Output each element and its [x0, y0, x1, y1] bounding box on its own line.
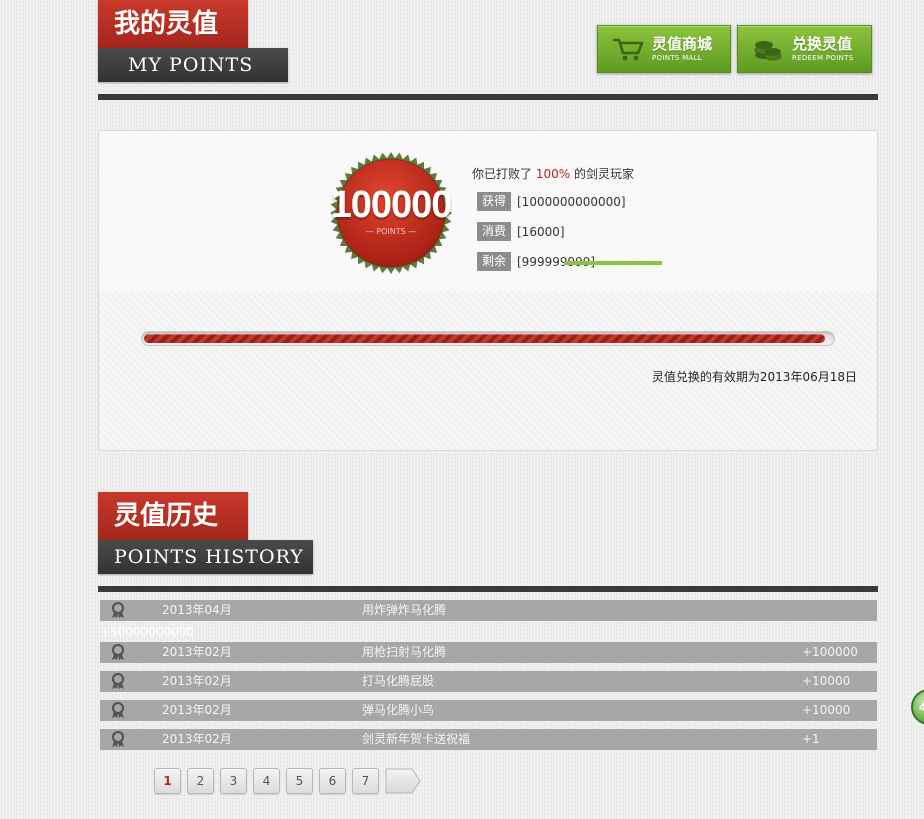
history-title-cn: 灵值历史 [98, 492, 248, 540]
history-points: +10000 [802, 703, 851, 717]
history-description: 弹马化腾小鸟 [362, 703, 435, 717]
points-panel: 100000 — POINTS — 你已打败了 100% 的剑灵玩家 获得 [1… [98, 130, 878, 451]
redeem-points-label: 兑换灵值 [792, 35, 853, 53]
page-button[interactable]: 6 [319, 768, 346, 794]
page-button[interactable]: 1 [154, 768, 181, 794]
side-badge-number: 4 [919, 700, 924, 714]
history-description: 用炸弹炸马化腾 [362, 603, 447, 617]
page-button[interactable]: 5 [286, 768, 313, 794]
next-page-arrow-icon[interactable] [385, 768, 421, 794]
stat-spent-value: [16000] [517, 224, 565, 239]
page-button[interactable]: 3 [220, 768, 247, 794]
stat-remaining-label: 剩余 [477, 252, 511, 271]
expiry-notice: 灵值兑换的有效期为2013年06月18日 [651, 370, 857, 384]
history-date: 2013年02月 [162, 645, 232, 659]
points-progress-bar [141, 331, 835, 346]
history-title-en: POINTS HISTORY [98, 540, 313, 574]
stat-spent: 消费 [16000] [477, 222, 565, 241]
medal-icon [109, 701, 127, 719]
floating-side-badge[interactable]: 4 [911, 689, 924, 725]
history-row: 2013年02月 用枪扫射马化腾 +100000 [100, 642, 877, 663]
badge-points-value: 100000 [330, 183, 453, 226]
redeem-points-sublabel: REDEEM POINTS [792, 54, 854, 62]
beat-players-text: 你已打败了 100% 的剑灵玩家 [472, 165, 634, 182]
shopping-cart-icon [608, 34, 648, 64]
points-stats: 你已打败了 100% 的剑灵玩家 [472, 165, 634, 182]
history-row: 2013年04月 用炸弹炸马化腾 [100, 600, 877, 621]
medal-icon [109, 643, 127, 661]
history-divider [98, 586, 878, 592]
history-title-cn-text: 灵值历史 [114, 501, 219, 531]
my-points-title-en-text: MY POINTS [128, 54, 254, 76]
history-row: 2013年02月 剑灵新年贺卡送祝福 +1 [100, 729, 877, 750]
stat-spent-label: 消费 [477, 222, 511, 241]
history-description: 用枪扫射马化腾 [362, 645, 447, 659]
page-button[interactable]: 4 [253, 768, 280, 794]
beat-prefix: 你已打败了 [472, 167, 533, 181]
my-points-title-en: MY POINTS [98, 48, 288, 82]
history-description: 打马化腾屁股 [362, 674, 435, 688]
points-mall-sublabel: POINTS MALL [652, 54, 702, 62]
beat-percent: 100% [535, 167, 571, 181]
points-progress-fill [144, 334, 825, 343]
history-overflow-points: +50000000000 [100, 625, 195, 639]
history-date: 2013年02月 [162, 703, 232, 717]
my-points-title-cn: 我的灵值 [98, 0, 248, 48]
history-title-en-text: POINTS HISTORY [114, 546, 304, 568]
history-points: +1 [802, 732, 820, 746]
history-row: 2013年02月 弹马化腾小鸟 +10000 [100, 700, 877, 721]
history-points: +100000 [802, 645, 858, 659]
points-seal-badge: 100000 — POINTS — [329, 151, 453, 275]
medal-icon [109, 672, 127, 690]
stat-earned: 获得 [1000000000000] [477, 192, 626, 211]
history-description: 剑灵新年贺卡送祝福 [362, 732, 471, 746]
history-date: 2013年02月 [162, 674, 232, 688]
page-button[interactable]: 7 [352, 768, 379, 794]
stat-earned-label: 获得 [477, 192, 511, 211]
redeem-points-button[interactable]: 兑换灵值 REDEEM POINTS [737, 25, 872, 73]
history-date: 2013年02月 [162, 732, 232, 746]
medal-icon [109, 601, 127, 619]
history-row: 2013年02月 打马化腾屁股 +10000 [100, 671, 877, 692]
pagination: 1234567 [154, 768, 421, 794]
beat-suffix: 的剑灵玩家 [573, 167, 634, 181]
points-mall-button[interactable]: 灵值商城 POINTS MALL [597, 25, 731, 73]
points-mall-label: 灵值商城 [652, 35, 713, 53]
page-button[interactable]: 2 [187, 768, 214, 794]
badge-points-unit: — POINTS — [365, 226, 417, 236]
stat-earned-value: [1000000000000] [517, 194, 626, 209]
coins-icon [748, 34, 788, 64]
medal-icon [109, 730, 127, 748]
history-date: 2013年04月 [162, 603, 232, 617]
remaining-indicator-bar [564, 261, 662, 265]
my-points-title-cn-text: 我的灵值 [114, 9, 219, 39]
history-points: +10000 [802, 674, 851, 688]
header-divider [98, 94, 878, 100]
